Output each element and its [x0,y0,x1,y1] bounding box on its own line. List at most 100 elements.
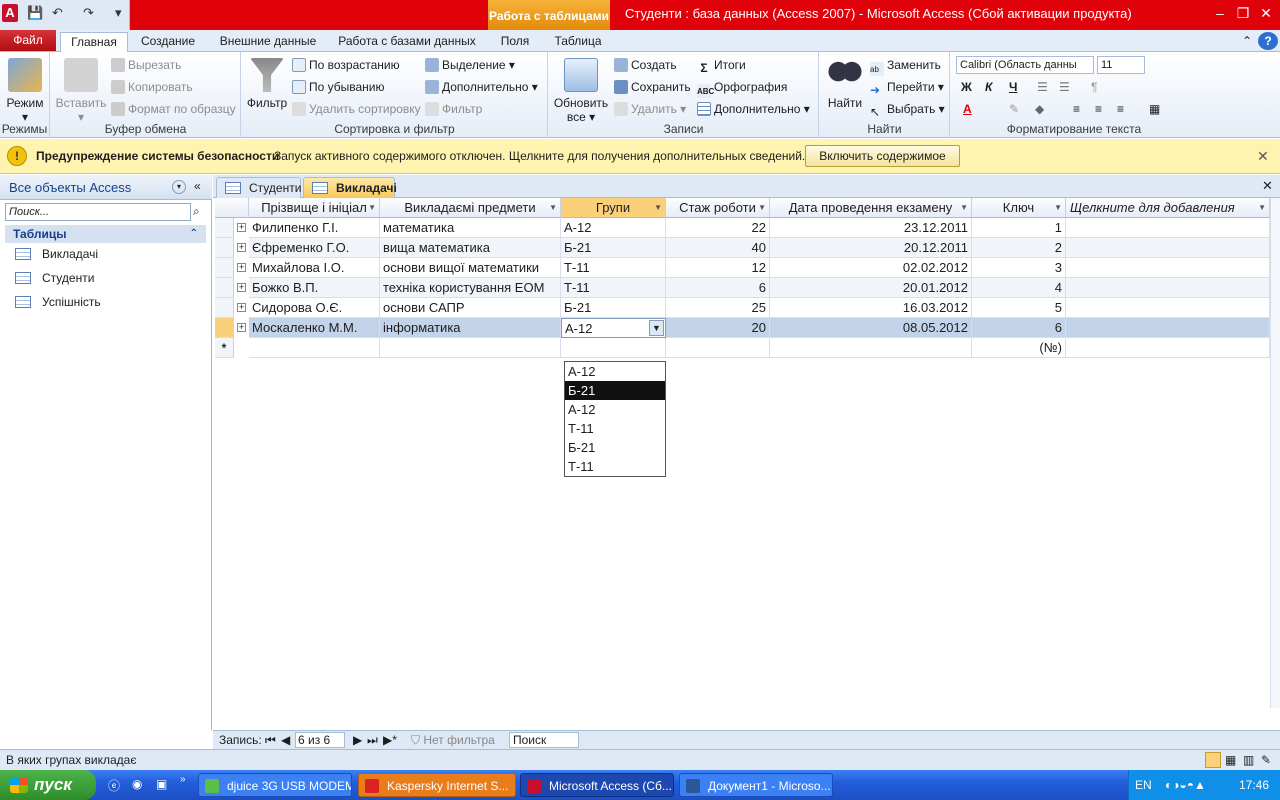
new-row-marker[interactable]: * [215,338,234,358]
remove-sort-button[interactable]: Удалить сортировку [292,101,421,117]
table-cell[interactable]: Б-21 [561,298,666,318]
fill-color-icon[interactable]: ◆ [1035,101,1044,117]
table-cell[interactable]: Божко В.П. [249,278,380,298]
dropdown-option-highlighted[interactable]: Б-21 [565,381,665,400]
tab-fields[interactable]: Поля [488,32,542,52]
font-size-select[interactable]: 11 [1097,56,1145,74]
table-cell[interactable] [1066,218,1270,238]
new-record-nav-icon[interactable]: ▶* [383,731,397,749]
nav-item-uspishnist[interactable]: Успішність [5,291,206,313]
expand-row-icon[interactable]: + [237,243,246,252]
nav-item-vykladachi[interactable]: Викладачі [5,243,206,265]
copy-button[interactable]: Копировать [111,79,193,95]
start-button[interactable]: пуск [0,770,96,800]
table-cell[interactable]: 2 [972,238,1066,258]
refresh-all-button[interactable]: Обновить все ▾ [552,58,610,124]
select-button[interactable]: ↖ Выбрать ▾ [870,101,945,119]
tray-icons[interactable]: ◐◑◒◓▲ [1165,770,1206,800]
spelling-button[interactable]: ABCОрфография [697,79,787,98]
selection-button[interactable]: Выделение ▾ [425,57,515,73]
table-cell[interactable]: вища математика [380,238,561,258]
nav-search-input[interactable]: Поиск... [5,203,191,221]
close-message-bar-icon[interactable]: ✕ [1257,148,1269,165]
expand-row-icon[interactable]: + [237,223,246,232]
save-icon[interactable]: 💾 [27,4,43,22]
table-cell[interactable]: 40 [666,238,770,258]
chevron-down-icon[interactable]: ▼ [1054,198,1062,217]
table-cell[interactable]: 20.01.2012 [770,278,972,298]
save-record-button[interactable]: Сохранить [614,79,691,95]
table-cell[interactable]: 23.12.2011 [770,218,972,238]
maximize-button[interactable]: ❐ [1233,4,1253,22]
datasheet-view-icon[interactable] [1205,752,1221,768]
table-cell[interactable]: Москаленко М.М. [249,318,380,338]
table-cell[interactable]: інформатика [380,318,561,338]
align-left-icon[interactable]: ≡ [1073,101,1080,117]
chevron-down-icon[interactable]: ▾ [172,180,186,194]
table-cell[interactable]: математика [380,218,561,238]
dropdown-option[interactable]: А-12 [565,400,665,419]
table-cell[interactable] [249,338,380,358]
table-cell[interactable]: 6 [972,318,1066,338]
table-cell[interactable]: А-12 [561,218,666,238]
gridlines-icon[interactable]: ▦ [1149,101,1160,117]
font-name-select[interactable]: Calibri (Область данны [956,56,1094,74]
vertical-scrollbar[interactable] [1270,198,1280,708]
close-button[interactable]: ✕ [1256,4,1276,22]
expand-row-icon[interactable]: + [237,303,246,312]
chevron-down-icon[interactable]: ▼ [960,198,968,217]
chevron-down-icon[interactable]: ▼ [368,198,376,217]
table-cell[interactable]: 1 [972,218,1066,238]
table-cell[interactable]: 3 [972,258,1066,278]
row-selector-active[interactable] [215,318,234,338]
table-cell[interactable]: Т-11 [561,258,666,278]
table-cell[interactable] [1066,278,1270,298]
table-cell[interactable]: 08.05.2012 [770,318,972,338]
view-button[interactable]: Режим ▾ [4,58,46,124]
quicklaunch-chrome-icon[interactable]: ◉ [132,777,142,791]
group-combo-cell[interactable]: А-12 ▼ [561,318,666,338]
column-header-add-new[interactable]: Щелкните для добавления ▼ [1066,198,1270,218]
nav-item-studenty[interactable]: Студенти [5,267,206,289]
chevron-up-icon[interactable]: ⌃ [190,225,198,243]
table-cell[interactable]: Сидорова О.Є. [249,298,380,318]
close-doc-icon[interactable]: ✕ [1262,178,1273,194]
first-record-icon[interactable]: ⏮ [265,731,276,749]
task-djuice-modem[interactable]: djuice 3G USB MODEM [198,773,352,797]
chevron-down-icon[interactable]: ▼ [758,198,766,217]
search-icon[interactable]: ⌕ [193,204,200,219]
last-record-icon[interactable]: ⏭ [367,731,378,749]
column-header-exam-date[interactable]: Дата проведення екзамену ▼ [770,198,972,218]
dropdown-option[interactable]: Б-21 [565,438,665,457]
task-word-document[interactable]: Документ1 - Microso... [679,773,833,797]
table-cell[interactable]: 25 [666,298,770,318]
row-selector[interactable] [215,238,234,258]
column-header-experience[interactable]: Стаж роботи ▼ [666,198,770,218]
row-selector[interactable] [215,298,234,318]
column-header-surname[interactable]: Прізвище і ініціал ▼ [249,198,380,218]
minimize-button[interactable]: – [1210,4,1230,22]
column-header-groups[interactable]: Групи ▼ [561,198,666,218]
expand-row-icon[interactable]: + [237,323,246,332]
replace-button[interactable]: ab Заменить [870,57,941,76]
toggle-filter-button[interactable]: Фильтр [425,101,482,117]
collapse-ribbon-icon[interactable]: ⌃ [1238,32,1256,52]
quicklaunch-ie-icon[interactable]: ⓔ [108,777,120,794]
table-cell[interactable] [1066,298,1270,318]
quicklaunch-app-icon[interactable]: ▣ [156,777,167,791]
undo-icon[interactable]: ↶ [52,4,63,22]
dropdown-option[interactable]: А-12 [565,362,665,381]
language-indicator[interactable]: EN [1135,770,1152,800]
table-cell[interactable]: техніка користування ЕОМ [380,278,561,298]
table-cell[interactable]: (№) [972,338,1066,358]
task-microsoft-access[interactable]: Microsoft Access (Сб... [520,773,674,797]
tab-external-data[interactable]: Внешние данные [212,32,324,52]
record-search-input[interactable]: Поиск [509,732,579,748]
paragraph-icon[interactable]: ¶ [1091,79,1097,95]
table-cell[interactable]: 4 [972,278,1066,298]
nav-section-tables[interactable]: Таблицы ⌃ [5,225,206,243]
tab-file[interactable]: Файл [0,30,56,51]
row-selector[interactable] [215,218,234,238]
cut-button[interactable]: Вырезать [111,57,181,73]
bold-button[interactable]: Ж [961,79,972,95]
